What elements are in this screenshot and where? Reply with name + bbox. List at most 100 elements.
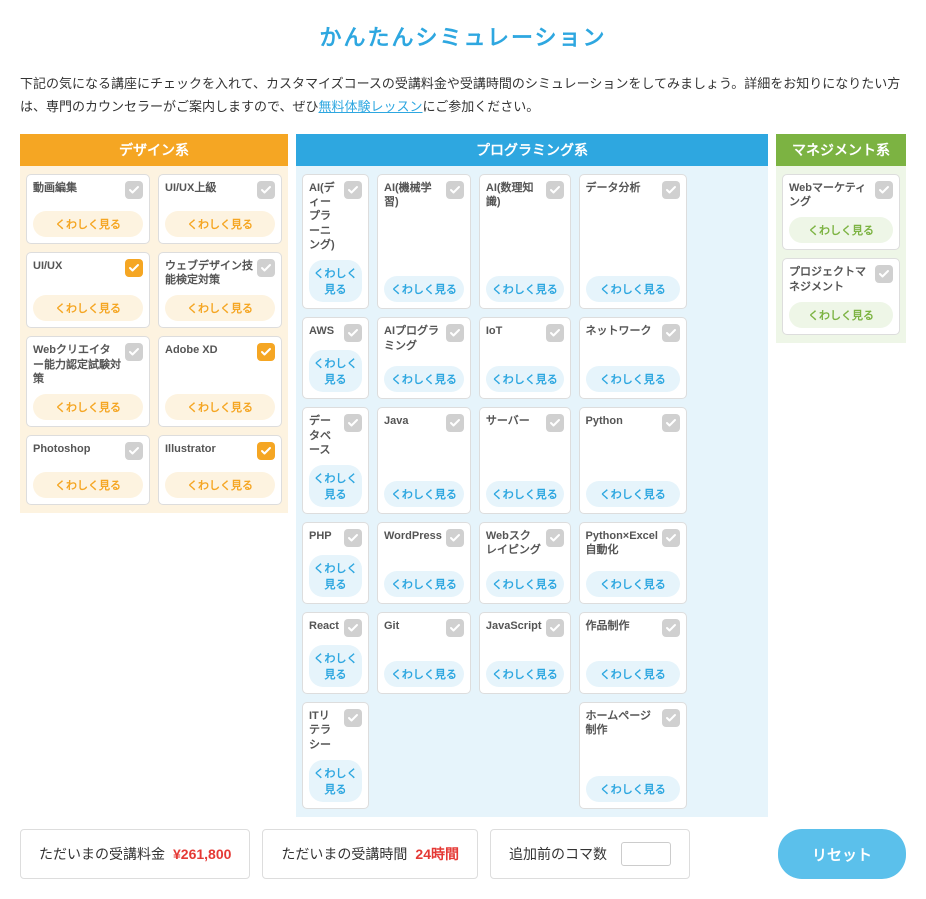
detail-button[interactable]: くわしく見る [165, 211, 275, 237]
course-name: ホームページ制作 [586, 709, 662, 738]
card-top: Webスクレイピング [486, 529, 564, 558]
course-checkbox[interactable] [546, 324, 564, 342]
course-checkbox[interactable] [662, 414, 680, 432]
course-name: Photoshop [33, 442, 125, 456]
course-checkbox[interactable] [546, 181, 564, 199]
desc-part2: にご参加ください。 [423, 99, 540, 114]
course-checkbox[interactable] [662, 619, 680, 637]
detail-button[interactable]: くわしく見る [586, 481, 680, 507]
detail-button[interactable]: くわしく見る [33, 295, 143, 321]
course-card: Pythonくわしく見る [579, 407, 687, 514]
free-trial-link[interactable]: 無料体験レッスン [318, 99, 422, 114]
detail-button[interactable]: くわしく見る [384, 276, 464, 302]
course-checkbox[interactable] [662, 709, 680, 727]
detail-button[interactable]: くわしく見る [586, 366, 680, 392]
course-card: JavaScript くわしく見る [479, 612, 571, 694]
course-card: ウェブデザイン技能検定対策くわしく見る [158, 252, 282, 329]
card-top: AI(数理知識) [486, 181, 564, 210]
description-text: 下記の気になる講座にチェックを入れて、カスタマイズコースの受講料金や受講時間のシ… [20, 72, 906, 119]
course-name: ITリテラシー [309, 709, 344, 752]
detail-button[interactable]: くわしく見る [309, 350, 362, 392]
detail-button[interactable]: くわしく見る [165, 394, 275, 420]
hours-value: 24時間 [415, 844, 459, 864]
course-name: ウェブデザイン技能検定対策 [165, 259, 257, 288]
detail-button[interactable]: くわしく見る [309, 760, 362, 802]
course-card: データ分析くわしく見る [579, 174, 687, 309]
detail-button[interactable]: くわしく見る [309, 645, 362, 687]
course-name: AI(ディープラーニング) [309, 181, 344, 252]
course-checkbox[interactable] [446, 414, 464, 432]
card-top: PHP [309, 529, 362, 547]
add-slots-input[interactable] [621, 842, 671, 866]
course-checkbox[interactable] [257, 442, 275, 460]
detail-button[interactable]: くわしく見る [789, 302, 893, 328]
course-name: AI(数理知識) [486, 181, 546, 210]
card-top: AI(機械学習) [384, 181, 464, 210]
course-checkbox[interactable] [662, 181, 680, 199]
course-name: JavaScript [486, 619, 546, 633]
category-management: マネジメント系 Webマーケティングくわしく見るプロジェクトマネジメントくわしく… [776, 134, 906, 817]
course-checkbox[interactable] [875, 265, 893, 283]
course-checkbox[interactable] [125, 259, 143, 277]
detail-button[interactable]: くわしく見る [486, 366, 564, 392]
course-checkbox[interactable] [546, 414, 564, 432]
course-name: AI(機械学習) [384, 181, 446, 210]
course-checkbox[interactable] [446, 529, 464, 547]
detail-button[interactable]: くわしく見る [486, 276, 564, 302]
detail-button[interactable]: くわしく見る [586, 661, 680, 687]
course-card: ITリテラシーくわしく見る [302, 702, 369, 809]
course-checkbox[interactable] [344, 324, 362, 342]
detail-button[interactable]: くわしく見る [586, 571, 680, 597]
course-name: データ分析 [586, 181, 662, 195]
course-checkbox[interactable] [344, 619, 362, 637]
course-checkbox[interactable] [257, 181, 275, 199]
course-checkbox[interactable] [344, 529, 362, 547]
course-checkbox[interactable] [125, 442, 143, 460]
course-checkbox[interactable] [446, 324, 464, 342]
course-card: Python×Excel自動化くわしく見る [579, 522, 687, 604]
card-top: React [309, 619, 362, 637]
detail-button[interactable]: くわしく見る [33, 211, 143, 237]
course-checkbox[interactable] [125, 343, 143, 361]
detail-button[interactable]: くわしく見る [384, 481, 464, 507]
spacer [702, 829, 766, 879]
detail-button[interactable]: くわしく見る [586, 276, 680, 302]
course-checkbox[interactable] [446, 181, 464, 199]
detail-button[interactable]: くわしく見る [33, 472, 143, 498]
course-checkbox[interactable] [446, 619, 464, 637]
category-programming: プログラミング系 AI(ディープラーニング)くわしく見るAI(機械学習)くわしく… [296, 134, 768, 817]
fee-value: ¥261,800 [173, 846, 231, 862]
detail-button[interactable]: くわしく見る [586, 776, 680, 802]
course-name: サーバー [486, 414, 546, 428]
course-checkbox[interactable] [125, 181, 143, 199]
course-checkbox[interactable] [875, 181, 893, 199]
detail-button[interactable]: くわしく見る [309, 260, 362, 302]
course-checkbox[interactable] [344, 181, 362, 199]
detail-button[interactable]: くわしく見る [486, 661, 564, 687]
detail-button[interactable]: くわしく見る [789, 217, 893, 243]
course-name: Webクリエイター能力認定試験対策 [33, 343, 125, 386]
course-checkbox[interactable] [662, 529, 680, 547]
detail-button[interactable]: くわしく見る [486, 571, 564, 597]
detail-button[interactable]: くわしく見る [384, 571, 464, 597]
course-checkbox[interactable] [344, 414, 362, 432]
detail-button[interactable]: くわしく見る [486, 481, 564, 507]
detail-button[interactable]: くわしく見る [384, 661, 464, 687]
course-checkbox[interactable] [344, 709, 362, 727]
course-card: Webスクレイピングくわしく見る [479, 522, 571, 604]
detail-button[interactable]: くわしく見る [384, 366, 464, 392]
course-checkbox[interactable] [257, 343, 275, 361]
detail-button[interactable]: くわしく見る [309, 465, 362, 507]
course-name: Illustrator [165, 442, 257, 456]
course-checkbox[interactable] [546, 529, 564, 547]
detail-button[interactable]: くわしく見る [165, 472, 275, 498]
reset-button[interactable]: リセット [778, 829, 906, 879]
detail-button[interactable]: くわしく見る [309, 555, 362, 597]
detail-button[interactable]: くわしく見る [33, 394, 143, 420]
course-checkbox[interactable] [257, 259, 275, 277]
course-checkbox[interactable] [662, 324, 680, 342]
course-checkbox[interactable] [546, 619, 564, 637]
course-card: WordPressくわしく見る [377, 522, 471, 604]
detail-button[interactable]: くわしく見る [165, 295, 275, 321]
category-design-body: 動画編集くわしく見るUI/UX上級くわしく見るUI/UXくわしく見るウェブデザイ… [20, 166, 288, 513]
